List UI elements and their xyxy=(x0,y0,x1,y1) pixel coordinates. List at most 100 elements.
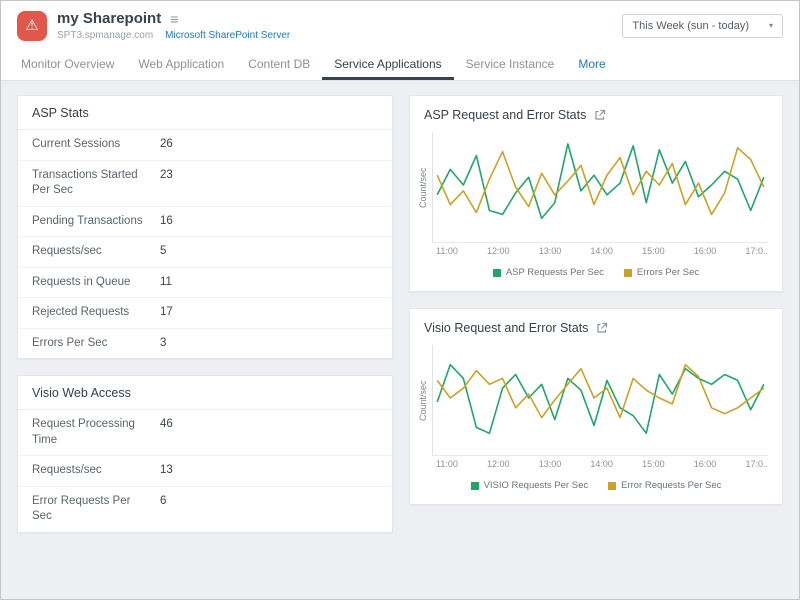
legend-label: Errors Per Sec xyxy=(637,267,699,278)
time-range-value: This Week (sun - today) xyxy=(632,20,749,32)
legend-swatch xyxy=(471,482,479,490)
stat-value: 6 xyxy=(160,494,166,510)
stat-row: Requests/sec 13 xyxy=(18,456,392,487)
monitor-identity: ⚠ my Sharepoint ≡ SPT3.spmanage.com Micr… xyxy=(17,10,290,41)
asp-request-error-chart-card: ASP Request and Error Stats Count/sec 11… xyxy=(409,95,783,292)
x-tick-label: 12:00 xyxy=(487,459,510,469)
x-tick-label: 14:00 xyxy=(590,459,613,469)
x-axis-ticks: 11:00 12:00 13:00 14:00 15:00 16:00 17:0.. xyxy=(410,456,782,469)
tab-monitor-overview[interactable]: Monitor Overview xyxy=(9,48,126,80)
hamburger-menu-icon[interactable]: ≡ xyxy=(170,11,178,27)
legend-swatch xyxy=(493,269,501,277)
x-tick-label: 17:0.. xyxy=(745,246,768,256)
legend-label: VISIO Requests Per Sec xyxy=(484,480,589,491)
chart-series-0 xyxy=(437,144,764,219)
chevron-down-icon: ▾ xyxy=(769,21,773,30)
stat-label: Error Requests Per Sec xyxy=(32,494,150,525)
visio-request-error-chart-card: Visio Request and Error Stats Count/sec … xyxy=(409,308,783,505)
asp-stats-title: ASP Stats xyxy=(18,96,392,130)
stats-column: ASP Stats Current Sessions 26 Transactio… xyxy=(17,95,393,585)
stat-row: Pending Transactions 16 xyxy=(18,207,392,238)
x-tick-label: 14:00 xyxy=(590,246,613,256)
open-in-new-icon[interactable] xyxy=(594,109,606,121)
chart-title: Visio Request and Error Stats xyxy=(424,321,588,335)
time-range-dropdown[interactable]: This Week (sun - today) ▾ xyxy=(622,14,783,38)
server-type-link[interactable]: Microsoft SharePoint Server xyxy=(165,30,290,41)
monitor-dashboard-window: ⚠ my Sharepoint ≡ SPT3.spmanage.com Micr… xyxy=(0,0,800,600)
dashboard-content: ASP Stats Current Sessions 26 Transactio… xyxy=(1,81,799,599)
charts-column: ASP Request and Error Stats Count/sec 11… xyxy=(409,95,783,585)
x-tick-label: 13:00 xyxy=(539,246,562,256)
line-chart-plot xyxy=(432,132,768,243)
x-tick-label: 17:0.. xyxy=(745,459,768,469)
title-block: my Sharepoint ≡ SPT3.spmanage.com Micros… xyxy=(57,10,290,41)
x-tick-label: 15:00 xyxy=(642,459,665,469)
legend-item: Errors Per Sec xyxy=(624,267,699,278)
stat-row: Current Sessions 26 xyxy=(18,130,392,161)
x-tick-label: 12:00 xyxy=(487,246,510,256)
x-tick-label: 16:00 xyxy=(694,246,717,256)
stat-row: Requests in Queue 11 xyxy=(18,268,392,299)
x-tick-label: 13:00 xyxy=(539,459,562,469)
x-tick-label: 11:00 xyxy=(436,459,458,469)
y-axis-label: Count/sec xyxy=(418,345,432,456)
stat-value: 11 xyxy=(160,275,172,291)
chart-series-1 xyxy=(437,365,764,418)
stat-label: Transactions Started Per Sec xyxy=(32,168,150,199)
x-axis-ticks: 11:00 12:00 13:00 14:00 15:00 16:00 17:0.. xyxy=(410,243,782,256)
legend-item: ASP Requests Per Sec xyxy=(493,267,604,278)
x-tick-label: 11:00 xyxy=(436,246,458,256)
stat-value: 46 xyxy=(160,417,173,433)
legend-item: Error Requests Per Sec xyxy=(608,480,721,491)
stat-row: Errors Per Sec 3 xyxy=(18,329,392,359)
stat-value: 16 xyxy=(160,214,173,230)
page-title: my Sharepoint xyxy=(57,10,161,27)
header: ⚠ my Sharepoint ≡ SPT3.spmanage.com Micr… xyxy=(1,1,799,48)
visio-web-access-card: Visio Web Access Request Processing Time… xyxy=(17,375,393,533)
tab-service-applications[interactable]: Service Applications xyxy=(322,48,453,80)
legend-label: Error Requests Per Sec xyxy=(621,480,721,491)
line-chart-plot xyxy=(432,345,768,456)
asp-stats-card: ASP Stats Current Sessions 26 Transactio… xyxy=(17,95,393,359)
x-tick-label: 15:00 xyxy=(642,246,665,256)
stat-row: Transactions Started Per Sec 23 xyxy=(18,161,392,207)
stat-value: 17 xyxy=(160,305,173,321)
stat-value: 13 xyxy=(160,463,173,479)
stat-label: Requests/sec xyxy=(32,463,150,479)
stat-label: Rejected Requests xyxy=(32,305,150,321)
legend-swatch xyxy=(624,269,632,277)
chart-legend: VISIO Requests Per Sec Error Requests Per… xyxy=(410,469,782,504)
line-chart xyxy=(433,345,768,455)
stat-value: 5 xyxy=(160,244,166,260)
tab-bar: Monitor Overview Web Application Content… xyxy=(1,48,799,81)
stat-row: Request Processing Time 46 xyxy=(18,410,392,456)
y-axis-label: Count/sec xyxy=(418,132,432,243)
stat-label: Pending Transactions xyxy=(32,214,150,230)
legend-label: ASP Requests Per Sec xyxy=(506,267,604,278)
stat-label: Request Processing Time xyxy=(32,417,150,448)
visio-web-access-title: Visio Web Access xyxy=(18,376,392,410)
stat-label: Errors Per Sec xyxy=(32,336,150,352)
stat-value: 26 xyxy=(160,137,173,153)
chart-legend: ASP Requests Per Sec Errors Per Sec xyxy=(410,256,782,291)
tab-more[interactable]: More xyxy=(566,48,617,80)
stat-value: 23 xyxy=(160,168,173,184)
stat-label: Requests/sec xyxy=(32,244,150,260)
chart-title: ASP Request and Error Stats xyxy=(424,108,586,122)
tab-web-application[interactable]: Web Application xyxy=(126,48,236,80)
stat-row: Requests/sec 5 xyxy=(18,237,392,268)
open-in-new-icon[interactable] xyxy=(596,322,608,334)
stat-value: 3 xyxy=(160,336,166,352)
tab-content-db[interactable]: Content DB xyxy=(236,48,322,80)
stat-row: Error Requests Per Sec 6 xyxy=(18,487,392,532)
stat-label: Current Sessions xyxy=(32,137,150,153)
alert-triangle-icon: ⚠ xyxy=(17,11,47,41)
legend-swatch xyxy=(608,482,616,490)
stat-label: Requests in Queue xyxy=(32,275,150,291)
x-tick-label: 16:00 xyxy=(694,459,717,469)
legend-item: VISIO Requests Per Sec xyxy=(471,480,589,491)
chart-series-0 xyxy=(437,365,764,434)
tab-service-instance[interactable]: Service Instance xyxy=(454,48,567,80)
line-chart xyxy=(433,132,768,242)
stat-row: Rejected Requests 17 xyxy=(18,298,392,329)
